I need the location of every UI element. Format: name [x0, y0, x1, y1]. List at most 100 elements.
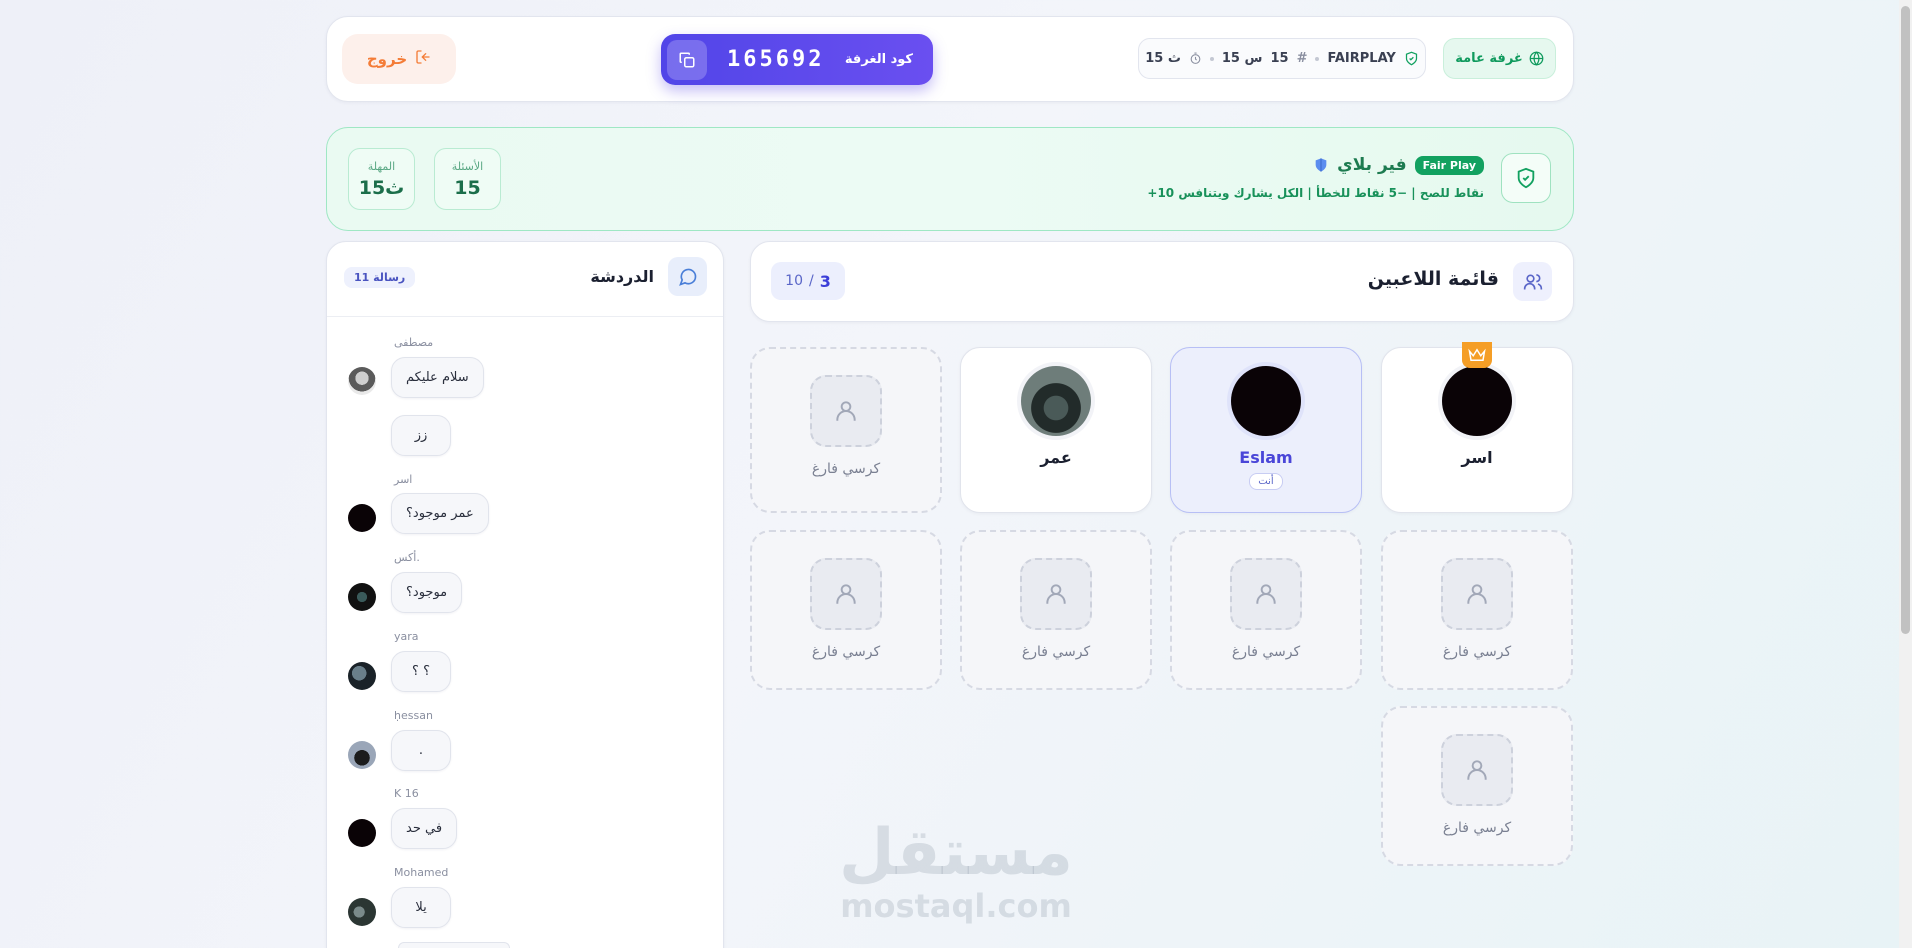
- chat-panel: [326, 241, 724, 948]
- users-icon: [1523, 273, 1542, 289]
- chat-title: الدردشة: [590, 267, 654, 286]
- watermark-arabic: مستقل: [838, 816, 1074, 890]
- avatar: [348, 741, 376, 769]
- separator-dot: [1315, 56, 1320, 61]
- fairplay-banner: [326, 127, 1574, 231]
- timer-value: 15 ث: [1145, 51, 1181, 66]
- hash-icon: #: [1296, 51, 1308, 66]
- empty-seat-label: كرسي فارغ: [811, 644, 881, 660]
- fairplay-shield: [1501, 153, 1551, 203]
- empty-seat[interactable]: كرسي فارغ: [1170, 530, 1362, 690]
- player-name: Eslam: [1239, 448, 1293, 467]
- fairplay-title-row: فير بلاي Fair Play: [1313, 155, 1484, 175]
- empty-seat[interactable]: كرسي فارغ: [960, 530, 1152, 690]
- copy-icon: [679, 52, 695, 67]
- empty-seat[interactable]: كرسي فارغ: [1381, 530, 1573, 690]
- you-badge: أنت: [1249, 473, 1283, 490]
- player-seat-host[interactable]: اسر: [1381, 342, 1573, 513]
- shield-check-icon: [1405, 51, 1417, 66]
- timeout-stat: المهلة 15ث: [348, 148, 415, 210]
- stat-label: المهلة: [367, 159, 396, 173]
- message-sender: مصطفى: [394, 336, 434, 349]
- message-bubble: موجود؟: [391, 572, 463, 613]
- message-bubble: سلام عليكم: [391, 357, 484, 398]
- avatar: [348, 504, 376, 532]
- avatar: [348, 662, 376, 690]
- mostaql-watermark: مستقل mostaql.com: [838, 818, 1074, 924]
- player-name: عمر: [1040, 448, 1072, 467]
- message-sender: ḥessan: [394, 709, 433, 722]
- message-bubble: عمر موجود؟: [391, 493, 489, 534]
- message-sender: yara: [394, 630, 419, 643]
- player-max: 10: [785, 273, 803, 289]
- avatar: [348, 819, 376, 847]
- message-sender: Mohamed: [394, 866, 449, 879]
- empty-seat-label: كرسي فارغ: [1231, 644, 1301, 660]
- user-placeholder-icon: [810, 375, 882, 447]
- avatar: [348, 898, 376, 926]
- message-circle-icon: [678, 268, 696, 286]
- stopwatch-icon: [1190, 52, 1201, 64]
- watermark-latin: mostaql.com: [840, 887, 1072, 925]
- empty-seat[interactable]: كرسي فارغ: [750, 347, 942, 513]
- count-slash: /: [808, 273, 814, 289]
- fairplay-title: فير بلاي: [1337, 155, 1407, 175]
- crown-icon: [1462, 342, 1492, 368]
- user-placeholder-icon: [810, 558, 882, 630]
- time-value: 15 س: [1221, 51, 1263, 66]
- message-bubble-partial: [398, 942, 510, 948]
- message-sender: اسر: [394, 473, 413, 486]
- empty-seat[interactable]: كرسي فارغ: [1381, 706, 1573, 866]
- message-bubble: زز: [391, 415, 451, 456]
- message-bubble: ؟ ؟: [391, 651, 451, 692]
- message-sender: K 16: [394, 787, 419, 800]
- players-title: قائمة اللاعبين: [1367, 268, 1499, 290]
- avatar: [348, 367, 376, 395]
- message-count-badge: 11 رسالة: [344, 267, 416, 288]
- stat-value: 15: [454, 176, 481, 199]
- user-placeholder-icon: [1230, 558, 1302, 630]
- room-code: 165692: [727, 47, 825, 72]
- chat-divider: [327, 316, 723, 317]
- scrollbar-thumb[interactable]: [1901, 6, 1910, 634]
- message-bubble: في حد: [391, 808, 458, 849]
- stat-label: الأسئلة: [451, 159, 484, 173]
- exit-button[interactable]: خروج: [342, 34, 456, 84]
- room-type-badge: غرفة عامة: [1443, 38, 1556, 79]
- room-type-label: غرفة عامة: [1455, 51, 1523, 66]
- player-current: 3: [819, 271, 831, 291]
- empty-seat-label: كرسي فارغ: [1442, 644, 1512, 660]
- fairplay-badge: Fair Play: [1414, 155, 1484, 175]
- questions-value: 15: [1270, 51, 1289, 66]
- chat-icon: [668, 257, 707, 296]
- players-icon: [1513, 262, 1552, 301]
- player-name: اسر: [1461, 448, 1493, 467]
- empty-seat-label: كرسي فارغ: [1442, 820, 1512, 836]
- blue-shield-icon: [1315, 158, 1327, 172]
- empty-seat[interactable]: كرسي فارغ: [750, 530, 942, 690]
- message-sender: أكس.: [394, 551, 420, 564]
- room-info-pill: 15 ث 15 س 15 # FAIRPLAY: [1138, 38, 1426, 79]
- shield-check-icon: [1517, 167, 1535, 189]
- empty-seat-label: كرسي فارغ: [1021, 644, 1091, 660]
- empty-seat-label: كرسي فارغ: [811, 461, 881, 477]
- stat-value: 15ث: [358, 176, 405, 199]
- copy-code-button[interactable]: [667, 39, 707, 80]
- message-bubble: يلا: [391, 887, 451, 928]
- exit-label: خروج: [366, 50, 408, 68]
- avatar: [1227, 362, 1305, 440]
- avatar: [348, 583, 376, 611]
- user-placeholder-icon: [1020, 558, 1092, 630]
- user-placeholder-icon: [1441, 734, 1513, 806]
- avatar: [1438, 362, 1516, 440]
- message-bubble: .: [391, 730, 451, 771]
- user-placeholder-icon: [1441, 558, 1513, 630]
- player-seat-you[interactable]: Eslam أنت: [1170, 347, 1362, 513]
- exit-icon: [415, 49, 431, 69]
- questions-stat: الأسئلة 15: [434, 148, 501, 210]
- fairplay-rules: +10 نقاط للصح | −5 نقاط للخطأ | الكل يشا…: [1147, 186, 1484, 200]
- avatar: [1017, 362, 1095, 440]
- player-seat[interactable]: عمر: [960, 347, 1152, 513]
- player-count: 10 / 3: [771, 262, 845, 300]
- globe-icon: [1529, 51, 1544, 66]
